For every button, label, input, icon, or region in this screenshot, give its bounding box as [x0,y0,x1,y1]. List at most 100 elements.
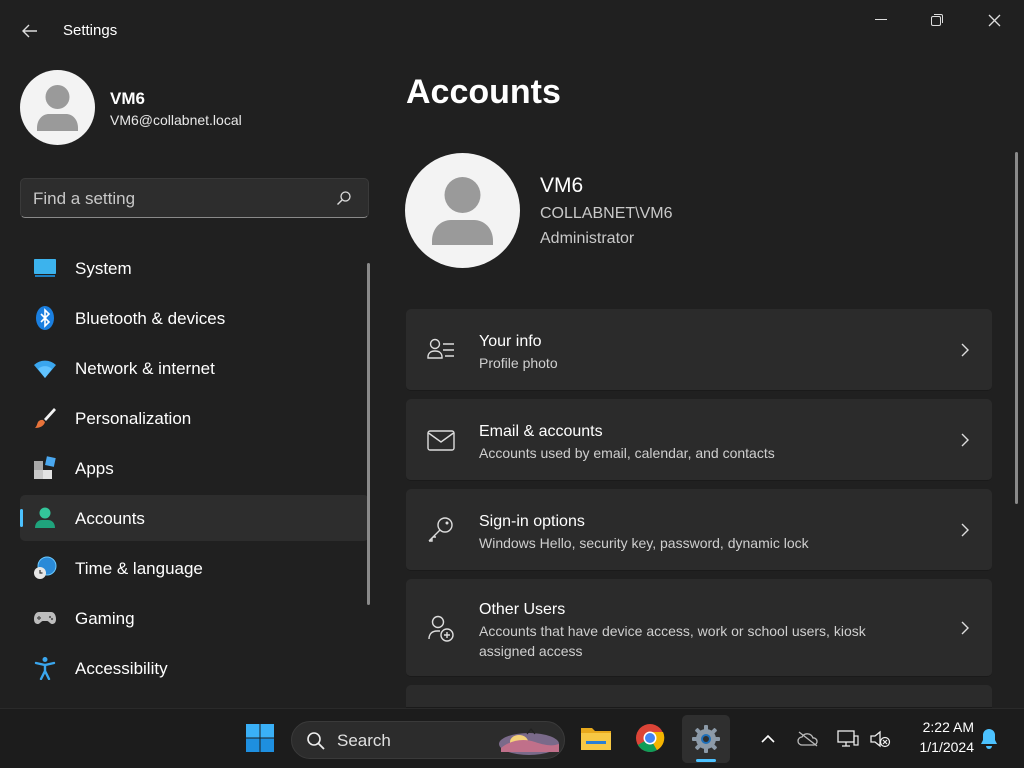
taskbar-search[interactable]: Search [291,721,565,759]
file-explorer-icon [581,728,611,750]
sidebar-item-apps[interactable]: Apps [20,445,369,491]
active-indicator [20,509,23,527]
accessibility-icon [34,657,56,680]
sidebar-item-label: Accounts [75,509,145,528]
back-button[interactable] [14,18,46,44]
start-button[interactable] [238,716,282,760]
sidebar-item-accounts[interactable]: Accounts [20,495,369,541]
card-title: Other Users [479,601,566,618]
profile-name: VM6 [540,174,584,197]
wifi-icon [34,360,56,378]
sidebar-item-label: Gaming [75,609,135,628]
bluetooth-icon [36,306,54,330]
card-email-accounts[interactable]: Email & accounts Accounts used by email,… [406,399,992,481]
clock-time[interactable]: 2:22 AM [904,719,974,735]
main-scrollbar[interactable] [1015,152,1018,504]
user-placeholder-icon [432,177,493,245]
sidebar-item-label: Bluetooth & devices [75,309,226,328]
file-explorer-button[interactable] [574,716,618,760]
start-icon [246,724,274,752]
mail-icon [427,430,455,451]
sidebar-item-bluetooth[interactable]: Bluetooth & devices [20,295,369,341]
sidebar-item-network[interactable]: Network & internet [20,345,369,391]
sidebar-scrollbar[interactable] [367,263,370,605]
person-details-icon [427,338,454,359]
active-app-indicator [696,759,716,762]
apps-icon [34,456,56,479]
sidebar-item-label: Time & language [75,559,203,578]
clock-date[interactable]: 1/1/2024 [904,739,975,755]
search-button[interactable] [336,190,354,208]
card-subtitle: Accounts that have device access, work o… [479,623,866,659]
card-other-users[interactable]: Other Users Accounts that have device ac… [406,579,992,677]
back-arrow-icon [22,24,37,38]
card-next-partial[interactable] [406,685,992,708]
onedrive-offline-icon [797,731,818,747]
sidebar-user-name: VM6 [110,89,145,108]
profile-domain: COLLABNET\VM6 [540,205,673,222]
card-title: Email & accounts [479,423,603,440]
app-title: Settings [63,22,118,39]
sidebar-item-label: Personalization [75,409,192,428]
chrome-button[interactable] [628,716,672,760]
profile-role: Administrator [540,230,635,247]
system-icon [34,259,56,277]
settings-icon [692,725,720,753]
restore-icon [931,14,943,26]
sidebar-item-label: System [75,259,132,278]
sidebar-nav: System Bluetooth & devices Network & int… [20,245,369,695]
card-title: Sign-in options [479,513,585,530]
network-status-button[interactable] [834,725,862,753]
card-subtitle: Profile photo [479,355,558,371]
chevron-right-icon [961,621,969,635]
restore-button[interactable] [914,6,960,34]
volume-button[interactable] [866,725,894,753]
accounts-icon [35,507,55,528]
sidebar-item-gaming[interactable]: Gaming [20,595,369,641]
volume-muted-icon [870,730,891,748]
sidebar-item-system[interactable]: System [20,245,369,291]
search-input[interactable] [33,187,333,211]
chevron-right-icon [961,343,969,357]
taskbar-search-label: Search [337,731,391,750]
sidebar-item-label: Accessibility [75,659,168,678]
chevron-up-icon [761,734,775,743]
card-subtitle: Accounts used by email, calendar, and co… [479,445,775,461]
search-icon [337,191,351,205]
card-sign-in-options[interactable]: Sign-in options Windows Hello, security … [406,489,992,571]
sidebar-item-label: Network & internet [75,359,215,378]
title-bar: Settings [0,0,1024,60]
brush-icon [35,408,56,428]
person-add-icon [428,615,454,642]
notification-bell-icon [981,729,997,749]
sidebar-item-accessibility[interactable]: Accessibility [20,645,369,691]
notifications-button[interactable] [976,726,1002,752]
card-your-info[interactable]: Your info Profile photo [406,309,992,391]
close-icon [988,14,1000,26]
settings-button[interactable] [684,717,728,761]
chevron-right-icon [961,433,969,447]
chrome-icon [636,724,665,752]
user-placeholder-icon [37,85,78,131]
sidebar-item-time-language[interactable]: Time & language [20,545,369,591]
sidebar-item-personalization[interactable]: Personalization [20,395,369,441]
card-title: Your info [479,333,542,350]
chevron-right-icon [961,523,969,537]
key-icon [428,517,453,542]
show-hidden-icons-button[interactable] [756,727,780,751]
minimize-button[interactable] [858,6,904,34]
search-highlight-icon [499,728,559,755]
card-subtitle: Windows Hello, security key, password, d… [479,535,809,551]
close-button[interactable] [971,6,1017,34]
network-icon [837,730,859,747]
search-icon [307,732,325,750]
page-title: Accounts [406,73,561,111]
profile-avatar[interactable] [405,153,520,268]
sidebar-user-email: VM6@collabnet.local [110,112,242,128]
gamepad-icon [34,612,56,624]
sidebar-avatar[interactable] [20,70,95,145]
minimize-icon [875,19,887,20]
search-box[interactable] [20,178,369,218]
onedrive-button[interactable] [794,725,822,753]
globe-clock-icon [34,556,57,579]
